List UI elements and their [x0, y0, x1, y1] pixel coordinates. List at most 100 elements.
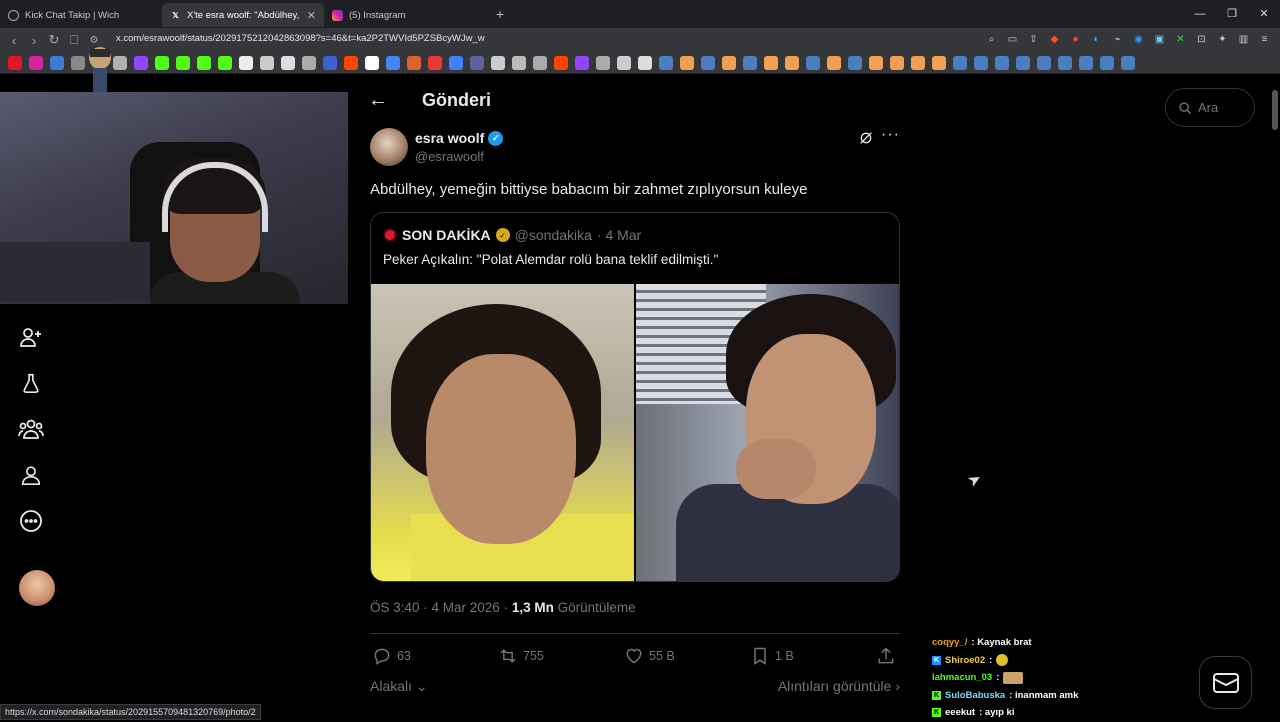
author-avatar[interactable] [370, 128, 408, 166]
bookmark-favicon-icon[interactable] [71, 55, 85, 70]
puzzle-icon[interactable]: ✦ [1215, 32, 1230, 47]
communities-icon[interactable] [14, 412, 48, 446]
bookmark-favicon-icon[interactable] [344, 55, 358, 70]
grok-icon[interactable] [858, 130, 874, 149]
minimize-icon[interactable]: — [1184, 0, 1216, 28]
close-tab-icon[interactable]: ✕ [307, 9, 316, 22]
search-input[interactable]: Ara [1165, 88, 1255, 127]
bookmark-favicon-icon[interactable] [680, 55, 694, 70]
menu-icon[interactable]: ≡ [1257, 32, 1272, 47]
bookmark-favicon-icon[interactable] [323, 55, 337, 70]
reload-icon[interactable]: ↻ [44, 32, 64, 48]
share-icon[interactable]: ⇪ [1026, 32, 1041, 47]
bookmark-favicon-icon[interactable] [953, 55, 967, 70]
bookmark-favicon-icon[interactable] [8, 55, 22, 70]
bookmark-favicon-icon[interactable] [281, 55, 295, 70]
back-nav-icon[interactable]: ‹ [4, 33, 24, 48]
more-icon[interactable]: ··· [881, 126, 900, 144]
bookmark-favicon-icon[interactable] [659, 55, 673, 70]
extension-icon[interactable]: ◐ [1089, 32, 1104, 47]
reply-button[interactable]: 63 [372, 646, 411, 666]
quoted-tweet[interactable]: SON DAKİKA ✓ @sondakika · 4 Mar Peker Aç… [370, 212, 900, 582]
follow-icon[interactable] [14, 320, 48, 354]
bookmark-favicon-icon[interactable] [386, 55, 400, 70]
profile-icon[interactable] [14, 458, 48, 492]
bookmark-favicon-icon[interactable] [911, 55, 925, 70]
forward-nav-icon[interactable]: › [24, 33, 44, 48]
extension-icon[interactable]: ⌁ [1110, 32, 1125, 47]
bookmark-favicon-icon[interactable] [785, 55, 799, 70]
bookmark-favicon-icon[interactable] [302, 55, 316, 70]
bookmark-favicon-icon[interactable] [638, 55, 652, 70]
bookmark-favicon-icon[interactable] [554, 55, 568, 70]
tab-kick-chat[interactable]: Kick Chat Takip | Wich [0, 3, 162, 27]
extension-icon[interactable]: ◉ [1131, 32, 1146, 47]
bookmark-favicon-icon[interactable] [449, 55, 463, 70]
extension-icon[interactable]: ✕ [1173, 32, 1188, 47]
bookmark-favicon-icon[interactable] [701, 55, 715, 70]
sort-dropdown[interactable]: Alakalı ⌄ [370, 678, 428, 694]
bookmark-favicon-icon[interactable] [848, 55, 862, 70]
share-button[interactable] [876, 646, 896, 666]
quoted-photo-2[interactable] [636, 284, 899, 581]
bookmark-favicon-icon[interactable] [1037, 55, 1051, 70]
bookmark-favicon-icon[interactable] [890, 55, 904, 70]
bookmark-favicon-icon[interactable] [491, 55, 505, 70]
bookmark-favicon-icon[interactable] [869, 55, 883, 70]
bookmark-favicon-icon[interactable] [260, 55, 274, 70]
cast-icon[interactable]: ▭ [1005, 32, 1020, 47]
extension-icon[interactable]: ⊡ [1194, 32, 1209, 47]
bookmark-favicon-icon[interactable] [1016, 55, 1030, 70]
new-tab-button[interactable]: + [496, 6, 504, 22]
bookmark-favicon-icon[interactable] [218, 55, 232, 70]
bookmark-favicon-icon[interactable] [827, 55, 841, 70]
author-name-row[interactable]: esra woolf ✓ [415, 130, 504, 146]
bookmark-favicon-icon[interactable] [575, 55, 589, 70]
extension-icon[interactable]: ▣ [1152, 32, 1167, 47]
bookmark-favicon-icon[interactable] [974, 55, 988, 70]
messages-button[interactable] [1199, 656, 1252, 709]
bookmark-favicon-icon[interactable] [134, 55, 148, 70]
bookmark-favicon-icon[interactable] [365, 55, 379, 70]
bookmark-favicon-icon[interactable] [932, 55, 946, 70]
bookmark-favicon-icon[interactable] [1100, 55, 1114, 70]
bookmark-favicon-icon[interactable] [596, 55, 610, 70]
bookmark-favicon-icon[interactable] [407, 55, 421, 70]
bookmark-favicon-icon[interactable] [176, 55, 190, 70]
view-quotes-link[interactable]: Alıntıları görüntüle › [778, 678, 900, 694]
bookmark-favicon-icon[interactable] [50, 55, 64, 70]
quoted-photo-1[interactable] [371, 284, 634, 581]
brave-shield-icon[interactable]: ◆ [1047, 32, 1062, 47]
sidebar-icon[interactable]: ▥ [1236, 32, 1251, 47]
tweet-time[interactable]: ÖS 3:40 · 4 Mar 2026 · [370, 600, 508, 615]
like-button[interactable]: 55 B [624, 646, 675, 666]
bookmark-favicon-icon[interactable] [995, 55, 1009, 70]
scrollbar[interactable] [1272, 90, 1278, 130]
tab-x-post[interactable]: 𝕏 X'te esra woolf: "Abdülhey, yeme ✕ [162, 3, 324, 27]
bookmark-favicon-icon[interactable] [155, 55, 169, 70]
url-field[interactable]: x.com/esrawoolf/status/20291752120428630… [116, 33, 485, 44]
tab-instagram[interactable]: (5) Instagram [324, 3, 486, 27]
zoom-icon[interactable]: ⌕ [984, 32, 999, 47]
bookmark-favicon-icon[interactable] [743, 55, 757, 70]
bookmark-favicon-icon[interactable] [239, 55, 253, 70]
bookmark-favicon-icon[interactable] [617, 55, 631, 70]
close-window-icon[interactable]: ✕ [1248, 0, 1280, 28]
extension-icon[interactable]: ● [1068, 32, 1083, 47]
bookmark-favicon-icon[interactable] [1058, 55, 1072, 70]
restore-icon[interactable]: ❐ [1216, 0, 1248, 28]
bookmark-favicon-icon[interactable] [806, 55, 820, 70]
bookmark-favicon-icon[interactable] [29, 55, 43, 70]
bookmark-favicon-icon[interactable] [533, 55, 547, 70]
bookmark-favicon-icon[interactable] [722, 55, 736, 70]
bookmark-favicon-icon[interactable] [764, 55, 778, 70]
back-arrow-icon[interactable]: ← [368, 89, 400, 112]
more-options-icon[interactable] [14, 504, 48, 538]
bookmark-favicon-icon[interactable] [197, 55, 211, 70]
bookmark-favicon-icon[interactable] [512, 55, 526, 70]
author-handle[interactable]: @esrawoolf [415, 149, 484, 164]
bookmark-page-icon[interactable]: ⎕ [64, 32, 84, 48]
grok-flask-icon[interactable] [14, 366, 48, 400]
account-avatar[interactable] [19, 570, 55, 606]
bookmark-favicon-icon[interactable] [470, 55, 484, 70]
